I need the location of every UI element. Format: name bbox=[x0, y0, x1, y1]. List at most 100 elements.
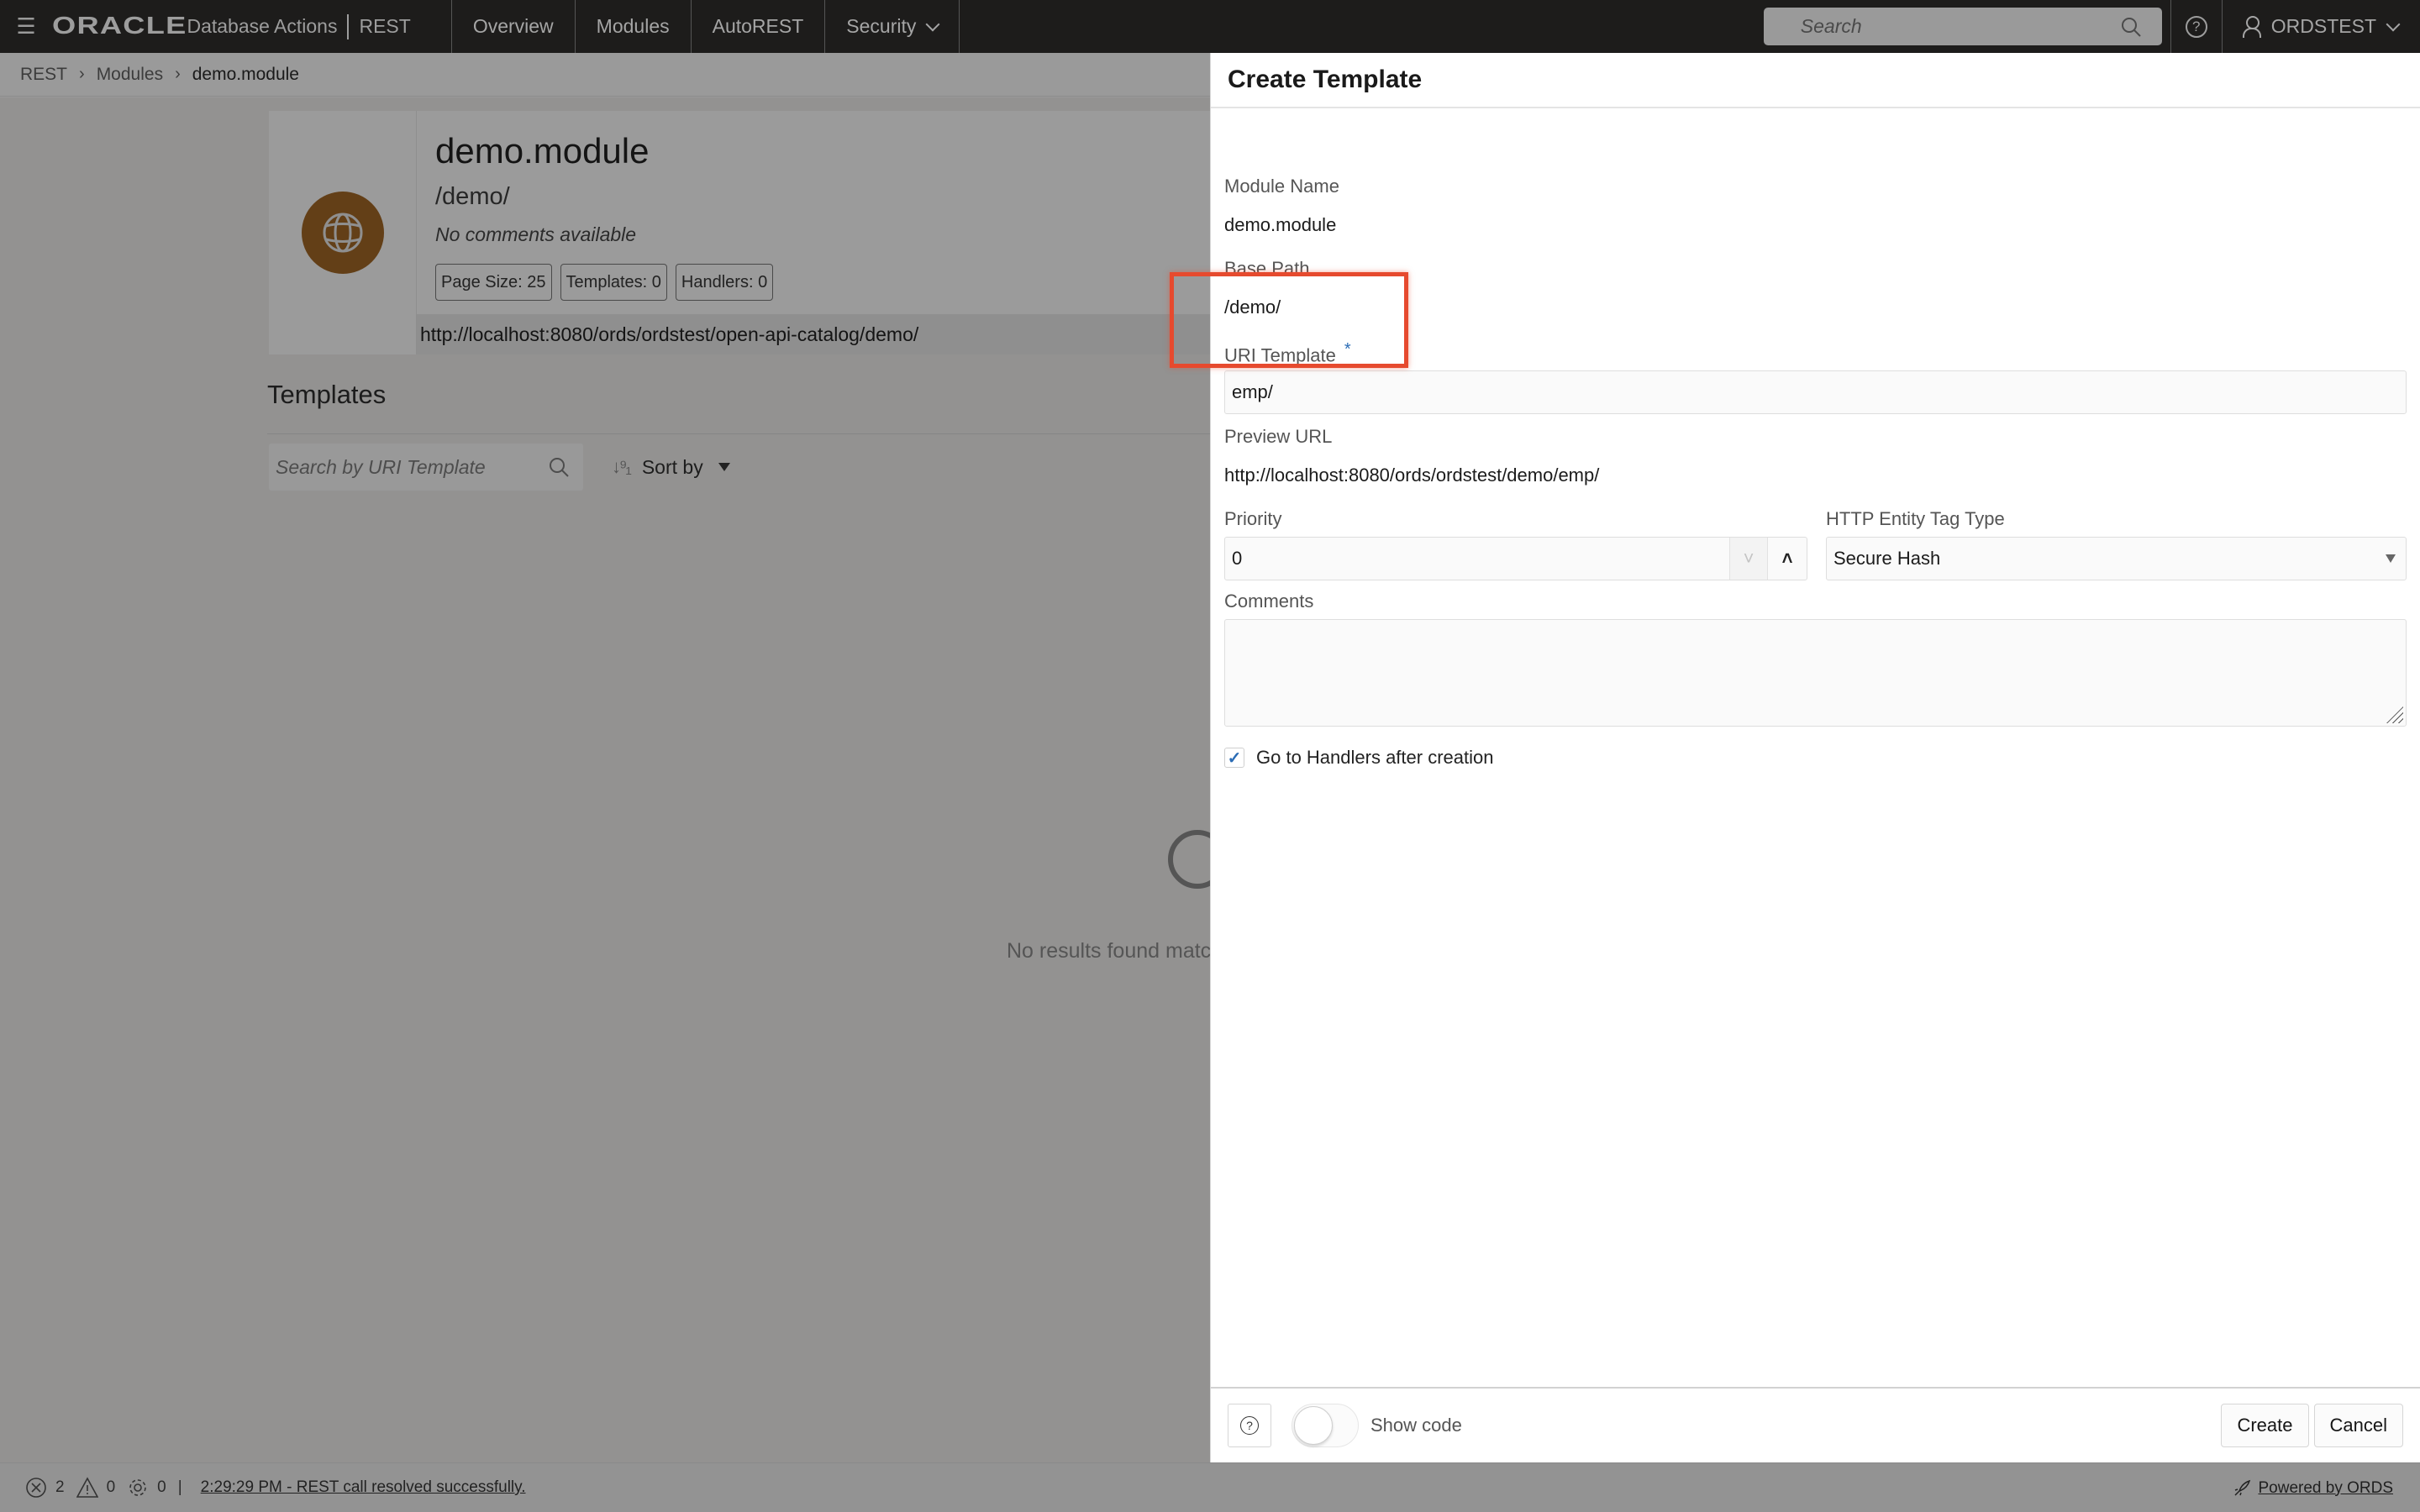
warning-icon[interactable] bbox=[76, 1477, 98, 1499]
drawer-title: Create Template bbox=[1228, 66, 1423, 93]
global-search bbox=[1763, 8, 2162, 45]
app-name: Database Actions bbox=[187, 15, 338, 37]
search-icon[interactable] bbox=[2120, 16, 2142, 38]
error-count: 2 bbox=[55, 1478, 65, 1496]
module-title: demo.module bbox=[435, 131, 650, 171]
etag-type-select[interactable]: Secure Hash bbox=[1826, 537, 2407, 580]
decrement-chevron-icon[interactable]: ˅ bbox=[1729, 538, 1768, 580]
nav-autorest-label: AutoREST bbox=[712, 15, 804, 37]
status-counters: 2 0 0 | bbox=[25, 1477, 182, 1499]
chip-page-size: Page Size: 25 bbox=[435, 264, 552, 301]
uri-template-label: URI Template * bbox=[1224, 340, 1351, 366]
module-comment: No comments available bbox=[435, 223, 637, 245]
module-name-label: Module Name bbox=[1224, 176, 1339, 197]
status-bar: 2 0 0 | 2:29:29 PM - REST call resolved … bbox=[0, 1462, 2420, 1512]
nav-security-label: Security bbox=[846, 15, 917, 37]
module-base-path: /demo/ bbox=[435, 183, 510, 210]
show-code-toggle[interactable] bbox=[1292, 1404, 1359, 1447]
go-to-handlers-checkbox[interactable]: ✓ bbox=[1224, 748, 1244, 768]
brand: ORACLE Database Actions REST bbox=[52, 0, 451, 53]
priority-input[interactable] bbox=[1225, 538, 1729, 580]
cancel-button[interactable]: Cancel bbox=[2313, 1404, 2403, 1447]
nav-modules-label: Modules bbox=[596, 15, 670, 37]
nav-overview[interactable]: Overview bbox=[450, 0, 575, 53]
module-icon-column bbox=[269, 111, 417, 354]
go-to-handlers-option[interactable]: ✓ Go to Handlers after creation bbox=[1224, 747, 1493, 769]
sort-by-button[interactable]: ↓⁹₁ Sort by bbox=[612, 444, 730, 491]
user-icon bbox=[2242, 15, 2261, 38]
show-code-label: Show code bbox=[1370, 1415, 1462, 1436]
gear-icon[interactable] bbox=[127, 1477, 149, 1499]
etag-type-label: HTTP Entity Tag Type bbox=[1826, 508, 2005, 529]
templates-divider bbox=[267, 433, 1210, 434]
nav-overview-label: Overview bbox=[472, 15, 554, 37]
error-icon[interactable] bbox=[25, 1477, 47, 1499]
breadcrumb-rest[interactable]: REST bbox=[20, 65, 67, 85]
drawer-header: Create Template bbox=[1211, 53, 2420, 108]
app-section: REST bbox=[359, 15, 411, 37]
go-to-handlers-label: Go to Handlers after creation bbox=[1256, 747, 1494, 768]
status-message-link[interactable]: 2:29:29 PM - REST call resolved successf… bbox=[201, 1478, 526, 1497]
templates-heading: Templates bbox=[267, 380, 387, 409]
create-button[interactable]: Create bbox=[2221, 1404, 2309, 1447]
drawer-help-button[interactable]: ? bbox=[1228, 1404, 1271, 1447]
nav-modules[interactable]: Modules bbox=[574, 0, 691, 53]
increment-chevron-icon[interactable]: ˄ bbox=[1768, 538, 1807, 580]
module-avatar bbox=[301, 192, 384, 274]
search-icon[interactable] bbox=[548, 456, 570, 478]
chevron-right-icon: › bbox=[79, 65, 85, 83]
chevron-down-icon bbox=[925, 17, 940, 31]
main-nav: Overview Modules AutoREST Security bbox=[450, 0, 960, 53]
create-template-drawer: Create Template Module Name demo.module … bbox=[1210, 53, 2420, 1462]
top-bar: ☰ ORACLE Database Actions REST Overview … bbox=[0, 0, 2420, 53]
brand-divider bbox=[347, 13, 350, 39]
comments-textarea[interactable] bbox=[1224, 619, 2407, 727]
drawer-actions: Create Cancel bbox=[2221, 1404, 2403, 1447]
user-name: ORDSTEST bbox=[2270, 15, 2376, 37]
etag-type-value: Secure Hash bbox=[1833, 548, 1941, 569]
module-url[interactable]: http://localhost:8080/ords/ordstest/open… bbox=[417, 314, 1218, 354]
breadcrumb-modules[interactable]: Modules bbox=[97, 65, 163, 85]
base-path-label: Base Path bbox=[1224, 258, 1310, 279]
nav-autorest[interactable]: AutoREST bbox=[690, 0, 825, 53]
help-icon: ? bbox=[2185, 15, 2207, 38]
help-button[interactable]: ? bbox=[2170, 0, 2223, 53]
oracle-logo: ORACLE bbox=[52, 13, 187, 39]
module-stats: Page Size: 25 Templates: 0 Handlers: 0 bbox=[435, 264, 774, 301]
template-search bbox=[269, 444, 583, 491]
breadcrumb-current: demo.module bbox=[192, 64, 299, 84]
priority-stepper: ˅ ˄ bbox=[1224, 537, 1807, 580]
top-right-tools: ? ORDSTEST bbox=[1763, 0, 2420, 53]
drawer-footer: ? Show code Create Cancel bbox=[1211, 1387, 2420, 1462]
rocket-icon bbox=[2234, 1479, 2251, 1496]
chevron-right-icon: › bbox=[175, 65, 181, 83]
globe-icon bbox=[323, 213, 362, 253]
chip-handlers: Handlers: 0 bbox=[675, 264, 774, 301]
settings-count: 0 bbox=[157, 1478, 166, 1496]
preview-url-value: http://localhost:8080/ords/ordstest/demo… bbox=[1224, 465, 1600, 486]
priority-label: Priority bbox=[1224, 508, 1282, 529]
nav-security[interactable]: Security bbox=[824, 0, 960, 53]
uri-template-input[interactable] bbox=[1224, 370, 2407, 414]
preview-url-label: Preview URL bbox=[1224, 426, 1333, 447]
caret-down-icon bbox=[2386, 554, 2396, 563]
comments-wrapper bbox=[1224, 619, 2407, 727]
help-icon: ? bbox=[1240, 1416, 1259, 1435]
global-search-input[interactable] bbox=[1800, 15, 2120, 38]
hamburger-menu-icon[interactable]: ☰ bbox=[0, 0, 52, 53]
powered-by-link[interactable]: Powered by ORDS bbox=[2233, 1463, 2393, 1512]
empty-state-message: No results found match bbox=[1007, 939, 1223, 963]
chevron-down-icon bbox=[2386, 17, 2401, 31]
status-separator: | bbox=[177, 1478, 182, 1496]
caret-down-icon bbox=[718, 463, 730, 471]
warning-count: 0 bbox=[106, 1478, 116, 1496]
breadcrumb: REST › Modules › demo.module bbox=[0, 53, 1210, 97]
base-path-value: /demo/ bbox=[1224, 297, 1281, 318]
sort-icon: ↓⁹₁ bbox=[612, 456, 632, 477]
uri-template-label-text: URI Template bbox=[1224, 344, 1336, 366]
required-indicator: * bbox=[1344, 340, 1351, 359]
chip-templates: Templates: 0 bbox=[560, 264, 667, 301]
template-search-input[interactable] bbox=[276, 455, 548, 479]
drawer-body: Module Name demo.module Base Path /demo/… bbox=[1211, 108, 2420, 1392]
user-menu[interactable]: ORDSTEST bbox=[2223, 0, 2420, 53]
